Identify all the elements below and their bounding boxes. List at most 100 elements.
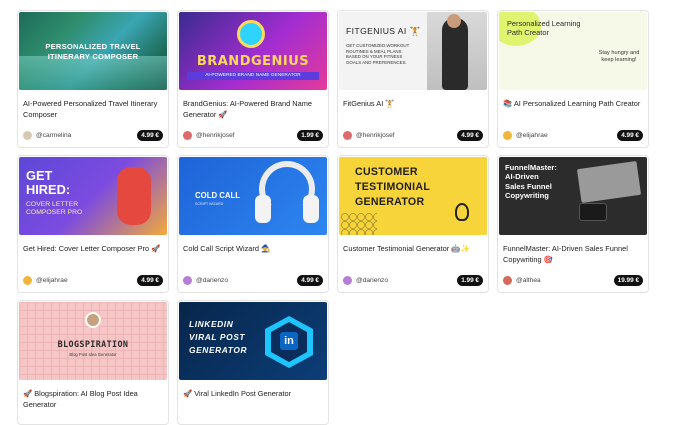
price-badge: 4.99 €	[617, 130, 643, 141]
product-card[interactable]: FunnelMaster: AI-Driven Sales Funnel Cop…	[497, 155, 649, 293]
headphone-cup	[255, 195, 271, 223]
avatar	[85, 312, 101, 328]
thumbnail-text: COLD CALL	[195, 191, 241, 200]
product-card[interactable]: COLD CALL SCRIPT WIZARD Cold Call Script…	[177, 155, 329, 293]
product-card[interactable]: FITGENIUS AI 🏋 GET CUSTOMIZED WORKOUT RO…	[337, 10, 489, 148]
avatar[interactable]	[343, 276, 352, 285]
price-badge: 19.99 €	[613, 275, 643, 286]
lightbulb-icon	[455, 203, 469, 221]
product-thumbnail[interactable]: FITGENIUS AI 🏋 GET CUSTOMIZED WORKOUT RO…	[339, 12, 487, 90]
product-meta: @darienzo 1.99 €	[343, 275, 483, 287]
price-badge: 4.99 €	[137, 130, 163, 141]
product-card[interactable]: CUSTOMER TESTIMONIAL GENERATOR Customer …	[337, 155, 489, 293]
person-figure	[442, 18, 468, 90]
price-badge: 4.99 €	[297, 275, 323, 286]
price-badge: 4.99 €	[457, 130, 483, 141]
product-thumbnail[interactable]: Personalized Learning Path Creator Stay …	[499, 12, 647, 90]
thumbnail-text: Personalized Learning Path Creator	[507, 19, 581, 37]
product-title[interactable]: 🚀 Viral LinkedIn Post Generator	[183, 389, 325, 400]
product-meta: @henrikjosef 1.99 €	[183, 130, 323, 142]
seller-username[interactable]: @darienzo	[196, 276, 228, 286]
lightbulb-icon	[237, 20, 265, 48]
price-badge: 1.99 €	[457, 275, 483, 286]
product-thumbnail[interactable]: BLOGSPIRATION Blog Post Idea Generator	[19, 302, 167, 380]
thumbnail-text-line: VIRAL POST	[189, 332, 246, 342]
avatar[interactable]	[503, 131, 512, 140]
product-meta: @henrikjosef 4.99 €	[343, 130, 483, 142]
thumbnail-subtitle: COVER LETTER COMPOSER PRO	[26, 201, 82, 217]
thumbnail-text-line: TESTIMONIAL	[355, 181, 431, 193]
person-face	[447, 14, 461, 28]
price-badge: 4.99 €	[137, 275, 163, 286]
product-meta: @elijahrae 4.99 €	[503, 130, 643, 142]
avatar[interactable]	[23, 276, 32, 285]
thumbnail-heading: FITGENIUS AI 🏋	[346, 26, 421, 36]
product-thumbnail[interactable]: FunnelMaster: AI-Driven Sales Funnel Cop…	[499, 157, 647, 235]
illustration-figure	[117, 167, 151, 225]
seller-username[interactable]: @darienzo	[356, 276, 388, 286]
thumbnail-text-line: Sales Funnel	[505, 181, 552, 191]
product-meta: @althea 19.99 €	[503, 275, 643, 287]
product-thumbnail[interactable]: GET HIRED: COVER LETTER COMPOSER PRO	[19, 157, 167, 235]
product-title[interactable]: AI-Powered Personalized Travel Itinerary…	[23, 99, 165, 120]
avatar[interactable]	[503, 276, 512, 285]
thumbnail-text-line: CUSTOMER	[355, 166, 418, 178]
product-card[interactable]: BLOGSPIRATION Blog Post Idea Generator 🚀…	[17, 300, 169, 425]
thumbnail-subtitle: AI-POWERED BRAND NAME GENERATOR	[187, 72, 319, 80]
thumbnail-text: BLOGSPIRATION	[57, 339, 129, 349]
product-card[interactable]: Personalized Learning Path Creator Stay …	[497, 10, 649, 148]
thumbnail-text: CUSTOMER TESTIMONIAL GENERATOR	[355, 165, 430, 210]
product-title[interactable]: Cold Call Script Wizard 🧙	[183, 244, 325, 255]
thumbnail-body: GET CUSTOMIZED WORKOUT ROUTINES & MEAL P…	[346, 43, 410, 65]
product-title[interactable]: 🚀 Blogspiration: AI Blog Post Idea Gener…	[23, 389, 165, 410]
thumbnail-text-line: GENERATOR	[355, 196, 425, 208]
avatar[interactable]	[343, 131, 352, 140]
linkedin-icon: in	[280, 332, 298, 350]
thumbnail-heading: GET HIRED:	[26, 169, 70, 197]
product-title[interactable]: FitGenius AI 🏋	[343, 99, 485, 110]
price-badge: 1.99 €	[297, 130, 323, 141]
seller-username[interactable]: @althea	[516, 276, 541, 286]
product-card[interactable]: GET HIRED: COVER LETTER COMPOSER PRO Get…	[17, 155, 169, 293]
thumbnail-tagline: Stay hungry and keep learning!	[598, 50, 640, 63]
thumbnail-text-line: AI-Driven	[505, 172, 539, 182]
seller-username[interactable]: @elijahrae	[516, 131, 548, 141]
thumbnail-text: FunnelMaster: AI-Driven Sales Funnel Cop…	[505, 163, 579, 201]
product-title[interactable]: FunnelMaster: AI-Driven Sales Funnel Cop…	[503, 244, 645, 265]
thumbnail-text-line: LINKEDIN	[189, 319, 234, 329]
avatar[interactable]	[23, 131, 32, 140]
product-thumbnail[interactable]: BRANDGENIUS AI-POWERED BRAND NAME GENERA…	[179, 12, 327, 90]
seller-username[interactable]: @elijahrae	[36, 276, 68, 286]
product-thumbnail[interactable]: CUSTOMER TESTIMONIAL GENERATOR	[339, 157, 487, 235]
thumbnail-decoration	[19, 56, 167, 90]
thumbnail-heading-line: GET	[26, 168, 53, 183]
product-title[interactable]: 📚 AI Personalized Learning Path Creator	[503, 99, 645, 110]
product-title[interactable]: Customer Testimonial Generator 🤖✨	[343, 244, 485, 255]
product-title[interactable]: BrandGenius: AI-Powered Brand Name Gener…	[183, 99, 325, 120]
seller-username[interactable]: @henrikjosef	[196, 131, 235, 141]
avatar[interactable]	[183, 131, 192, 140]
thumbnail-text-line: Copywriting	[505, 191, 549, 201]
product-card[interactable]: LINKEDIN VIRAL POST GENERATOR in 🚀 Viral…	[177, 300, 329, 425]
seller-username[interactable]: @carmelina	[36, 131, 71, 141]
avatar[interactable]	[183, 276, 192, 285]
hexagon-pattern	[341, 213, 377, 235]
seller-username[interactable]: @henrikjosef	[356, 131, 395, 141]
product-title[interactable]: Get Hired: Cover Letter Composer Pro 🚀	[23, 244, 165, 255]
thumbnail-text: PERSONALIZED TRAVEL	[45, 42, 141, 51]
product-meta: @carmelina 4.99 €	[23, 130, 163, 142]
product-thumbnail[interactable]: PERSONALIZED TRAVEL ITINERARY COMPOSER	[19, 12, 167, 90]
headphone-cup	[303, 195, 319, 223]
thumbnail-text: ITINERARY COMPOSER	[47, 52, 139, 61]
product-card[interactable]: PERSONALIZED TRAVEL ITINERARY COMPOSER A…	[17, 10, 169, 148]
phone-image	[579, 203, 607, 221]
product-thumbnail[interactable]: LINKEDIN VIRAL POST GENERATOR in	[179, 302, 327, 380]
product-meta: @elijahrae 4.99 €	[23, 275, 163, 287]
product-card[interactable]: BRANDGENIUS AI-POWERED BRAND NAME GENERA…	[177, 10, 329, 148]
thumbnail-subtitle: Blog Post Idea Generator	[69, 352, 117, 357]
laptop-image	[576, 160, 642, 204]
thumbnail-text-line: FunnelMaster:	[505, 163, 557, 172]
thumbnail-text: LINKEDIN VIRAL POST GENERATOR	[189, 318, 247, 357]
product-thumbnail[interactable]: COLD CALL SCRIPT WIZARD	[179, 157, 327, 235]
thumbnail-subtitle: SCRIPT WIZARD	[195, 202, 224, 206]
